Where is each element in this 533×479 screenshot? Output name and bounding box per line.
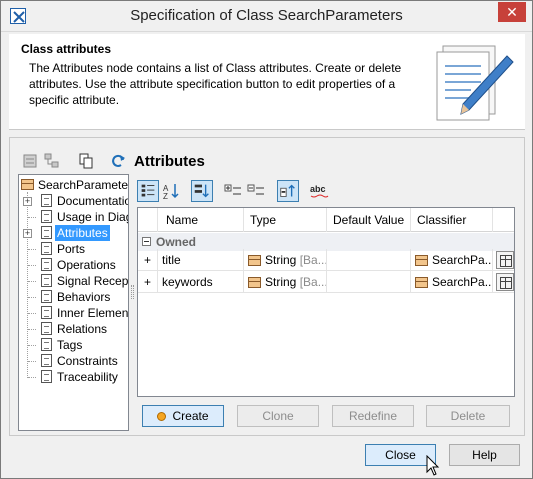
tree-item-tags[interactable]: Tags [19, 337, 128, 353]
column-header-name[interactable]: Name [158, 208, 244, 232]
sort-by-property-icon[interactable] [137, 180, 159, 202]
table-row[interactable]: + title String [Ba... SearchPa... [138, 249, 514, 271]
tree-item-label: Inner Elements [57, 306, 129, 320]
attribute-default-value[interactable] [327, 249, 411, 271]
node-icon [41, 370, 52, 383]
class-icon [415, 255, 428, 266]
column-header-classifier[interactable]: Classifier [411, 208, 493, 232]
create-icon [157, 412, 167, 421]
node-icon [41, 258, 52, 271]
panel-splitter[interactable] [131, 285, 134, 299]
tree-item-label: Traceability [57, 370, 118, 384]
node-icon [41, 242, 52, 255]
datatype-icon [248, 277, 261, 288]
specification-tree[interactable]: SearchParameters + Documentation Usage i… [18, 174, 129, 431]
group-label: Owned [156, 235, 197, 249]
description-header: Class attributes The Attributes node con… [9, 34, 525, 130]
delete-button[interactable]: Delete [426, 405, 510, 427]
mouse-cursor-icon [426, 455, 440, 476]
tree-item-label: Attributes [55, 225, 110, 241]
tree-item-ports[interactable]: Ports [19, 241, 128, 257]
tree-item-constraints[interactable]: Constraints [19, 353, 128, 369]
tree-item-traceability[interactable]: Traceability [19, 369, 128, 385]
expand-row-icon[interactable]: + [138, 271, 158, 293]
header-title: Class attributes [21, 42, 112, 56]
svg-text:abc: abc [310, 184, 326, 194]
tree-item-signal-receptions[interactable]: Signal Receptio [19, 273, 129, 289]
attribute-type[interactable]: String [Ba... [244, 271, 327, 293]
collapse-group-icon[interactable] [142, 237, 151, 246]
tree-root[interactable]: SearchParameters [19, 177, 129, 193]
node-icon [41, 194, 52, 207]
tree-item-label: Signal Receptio [57, 274, 129, 288]
table-row[interactable]: + keywords String [Ba... SearchPa... [138, 271, 514, 293]
window-title: Specification of Class SearchParameters [130, 7, 403, 24]
class-icon [21, 179, 34, 190]
spell-check-icon[interactable]: abc [308, 180, 330, 202]
section-title: Attributes [134, 153, 205, 170]
node-icon [41, 226, 52, 239]
tree-item-operations[interactable]: Operations [19, 257, 128, 273]
expand-row-icon[interactable]: + [138, 249, 158, 271]
redefine-button[interactable]: Redefine [332, 405, 414, 427]
open-specification-icon[interactable] [496, 273, 514, 291]
title-bar: Specification of Class SearchParameters … [1, 1, 532, 32]
attribute-name[interactable]: keywords [158, 271, 244, 293]
node-icon [41, 306, 52, 319]
sort-alphabetically-icon[interactable]: A Z [160, 180, 182, 202]
tree-item-usage[interactable]: Usage in Diagra [19, 209, 128, 225]
node-icon [41, 210, 52, 223]
tree-item-behaviors[interactable]: Behaviors [19, 289, 128, 305]
node-icon [41, 274, 52, 287]
tree-item-relations[interactable]: Relations [19, 321, 128, 337]
collapse-rows-icon[interactable] [245, 180, 267, 202]
collapse-all-icon[interactable] [22, 152, 40, 170]
expand-all-icon[interactable] [222, 180, 244, 202]
datatype-icon [248, 255, 261, 266]
show-hierarchy-icon[interactable] [43, 152, 61, 170]
tree-item-label: Documentation [57, 194, 128, 208]
column-header-default-value[interactable]: Default Value [327, 208, 411, 232]
column-header-type[interactable]: Type [244, 208, 327, 232]
clone-button[interactable]: Clone [237, 405, 319, 427]
node-icon [41, 290, 52, 303]
node-icon [41, 338, 52, 351]
create-button[interactable]: Create [142, 405, 224, 427]
expand-icon[interactable]: + [23, 229, 32, 238]
attribute-default-value[interactable] [327, 271, 411, 293]
tree-item-label: Ports [57, 242, 86, 256]
tree-item-label: Constraints [57, 354, 118, 368]
help-button[interactable]: Help [449, 444, 520, 466]
svg-text:Z: Z [163, 192, 168, 201]
tree-item-documentation[interactable]: + Documentation [19, 193, 128, 209]
attribute-name[interactable]: title [158, 249, 244, 271]
node-icon [41, 354, 52, 367]
tree-item-label: Tags [57, 338, 83, 352]
expand-icon[interactable]: + [23, 197, 32, 206]
tree-item-label: Behaviors [57, 290, 111, 304]
tree-item-label: Usage in Diagra [57, 210, 128, 224]
refresh-icon[interactable] [109, 152, 127, 170]
tree-root-label: SearchParameters [38, 178, 129, 192]
header-description: The Attributes node contains a list of C… [29, 61, 402, 107]
tree-item-inner-elements[interactable]: Inner Elements [19, 305, 129, 321]
window-close-icon[interactable]: ✕ [498, 2, 526, 22]
attributes-grid[interactable]: Name Type Default Value Classifier Owned… [137, 207, 515, 397]
tree-item-label: Operations [57, 258, 116, 272]
group-by-owner-icon[interactable] [191, 180, 213, 202]
tree-item-attributes[interactable]: + Attributes [19, 225, 128, 241]
node-icon [41, 322, 52, 335]
tree-item-label: Relations [57, 322, 108, 336]
specification-dialog: Specification of Class SearchParameters … [0, 0, 533, 479]
class-icon [415, 277, 428, 288]
copy-icon[interactable] [77, 152, 95, 170]
open-specification-icon[interactable] [496, 251, 514, 269]
show-inherited-icon[interactable] [277, 180, 299, 202]
attribute-classifier[interactable]: SearchPa... [411, 271, 493, 293]
document-edit-icon [436, 45, 514, 121]
grid-header: Name Type Default Value Classifier [138, 208, 514, 232]
attribute-type[interactable]: String [Ba... [244, 249, 327, 271]
attribute-classifier[interactable]: SearchPa... [411, 249, 493, 271]
